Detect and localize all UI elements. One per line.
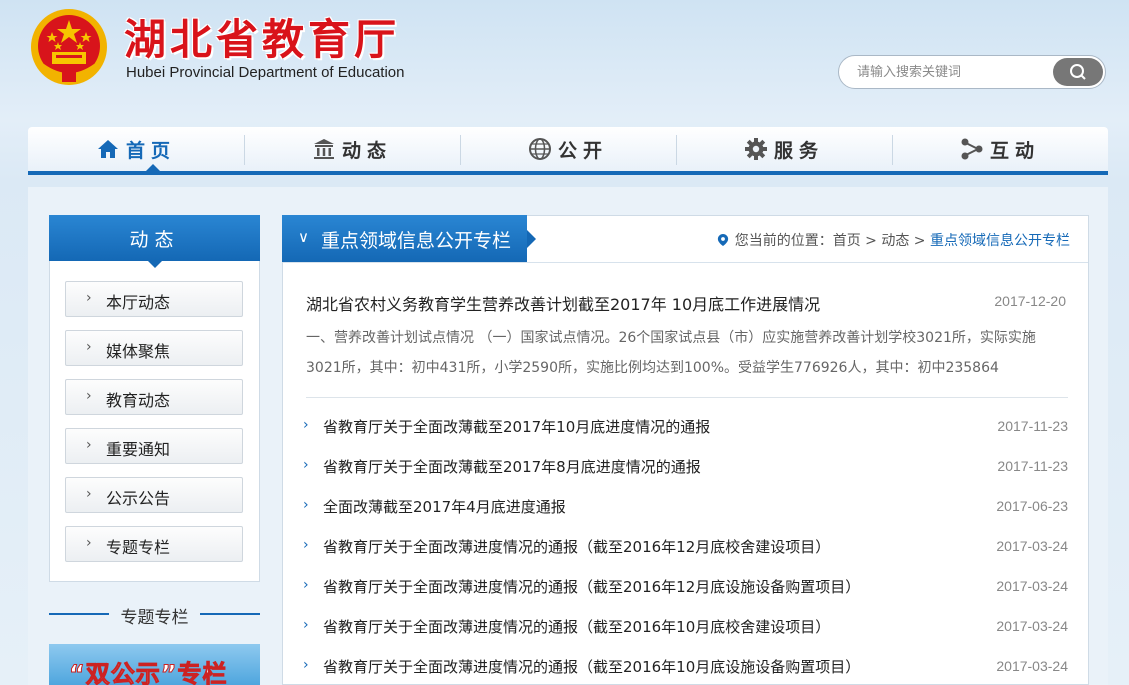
news-item[interactable]: › 省教育厅关于全面改薄进度情况的通报（截至2016年12月底设施设备购置项目）… bbox=[303, 576, 1068, 600]
chevron-right-icon: › bbox=[303, 657, 309, 673]
chevron-right-icon: › bbox=[86, 290, 92, 306]
news-item-date: 2017-03-24 bbox=[996, 658, 1068, 674]
featured-article-date: 2017-12-20 bbox=[994, 293, 1066, 309]
breadcrumb-separator: > bbox=[909, 233, 930, 249]
share-icon bbox=[961, 138, 983, 160]
sidebar-item-important-notice[interactable]: › 重要通知 bbox=[65, 428, 243, 464]
site-subtitle: Hubei Provincial Department of Education bbox=[126, 64, 405, 81]
news-item[interactable]: › 省教育厅关于全面改薄截至2017年8月底进度情况的通报 2017-11-23 bbox=[303, 456, 1068, 480]
sidebar-item-label: 媒体聚焦 bbox=[106, 342, 171, 361]
sidebar-title: 动态 bbox=[49, 215, 260, 261]
nav-service[interactable]: 服务 bbox=[676, 127, 892, 171]
search-icon bbox=[1070, 64, 1086, 80]
breadcrumb-current[interactable]: 重点领域信息公开专栏 bbox=[930, 233, 1070, 249]
news-item-title: 省教育厅关于全面改薄截至2017年8月底进度情况的通报 bbox=[323, 458, 701, 476]
breadcrumb-separator: > bbox=[860, 233, 882, 249]
sidebar-item-special-columns[interactable]: › 专题专栏 bbox=[65, 526, 243, 562]
chevron-right-icon: › bbox=[86, 388, 92, 404]
nav-home-label: 首页 bbox=[125, 139, 176, 162]
sidebar-item-label: 专题专栏 bbox=[106, 538, 171, 557]
chevron-right-icon: › bbox=[86, 437, 92, 453]
search-box bbox=[838, 55, 1106, 89]
nav-dynamics[interactable]: 动态 bbox=[244, 127, 460, 171]
globe-icon bbox=[528, 138, 551, 160]
sidebar-item-announcements[interactable]: › 公示公告 bbox=[65, 477, 243, 513]
news-item-date: 2017-03-24 bbox=[996, 538, 1068, 554]
sidebar-item-education-news[interactable]: › 教育动态 bbox=[65, 379, 243, 415]
site-title: 湖北省教育厅 bbox=[124, 15, 401, 64]
chevron-right-icon: › bbox=[303, 417, 309, 433]
sidebar-item-label: 教育动态 bbox=[106, 391, 171, 410]
nav-dynamics-label: 动态 bbox=[341, 139, 392, 162]
location-pin-icon bbox=[717, 234, 728, 246]
double-disclosure-banner[interactable]: “双公示”专栏 bbox=[49, 644, 260, 685]
chevron-right-icon: › bbox=[303, 617, 309, 633]
sidebar-title-pointer bbox=[148, 261, 162, 268]
chevron-right-icon: › bbox=[86, 486, 92, 502]
search-input[interactable] bbox=[855, 63, 1049, 80]
chevron-right-icon: › bbox=[303, 497, 309, 513]
gear-icon bbox=[744, 138, 767, 160]
sidebar-item-department-news[interactable]: › 本厅动态 bbox=[65, 281, 243, 317]
chevron-right-icon: › bbox=[303, 537, 309, 553]
home-icon bbox=[97, 140, 118, 158]
chevron-down-icon: ∨ bbox=[298, 228, 309, 246]
search-button[interactable] bbox=[1053, 58, 1103, 86]
active-nav-indicator bbox=[146, 164, 160, 171]
main-nav: 首页 动态 公开 服务 互动 bbox=[28, 127, 1108, 175]
chevron-right-icon: › bbox=[303, 577, 309, 593]
banner-text: “双公示”专栏 bbox=[69, 660, 228, 685]
nav-interact-label: 互动 bbox=[989, 139, 1040, 162]
news-item-title: 省教育厅关于全面改薄进度情况的通报（截至2016年12月底校舍建设项目） bbox=[323, 538, 831, 556]
main-panel: ∨ 重点领域信息公开专栏 您当前的位置：首页 > 动态 > 重点领域信息公开专栏… bbox=[282, 215, 1089, 685]
chevron-right-icon: › bbox=[86, 339, 92, 355]
news-item[interactable]: › 省教育厅关于全面改薄进度情况的通报（截至2016年10月底校舍建设项目） 2… bbox=[303, 616, 1068, 640]
news-item-date: 2017-06-23 bbox=[996, 498, 1068, 514]
sidebar-item-label: 公示公告 bbox=[106, 489, 171, 508]
nav-home[interactable]: 首页 bbox=[28, 127, 244, 171]
national-emblem-icon bbox=[31, 9, 107, 85]
nav-open-label: 公开 bbox=[557, 139, 608, 162]
panel-header: ∨ 重点领域信息公开专栏 您当前的位置：首页 > 动态 > 重点领域信息公开专栏 bbox=[282, 215, 1088, 263]
panel-tab: ∨ 重点领域信息公开专栏 bbox=[282, 215, 527, 262]
nav-open[interactable]: 公开 bbox=[460, 127, 676, 171]
news-item-date: 2017-03-24 bbox=[996, 578, 1068, 594]
building-icon bbox=[313, 139, 334, 159]
news-item[interactable]: › 省教育厅关于全面改薄截至2017年10月底进度情况的通报 2017-11-2… bbox=[303, 416, 1068, 440]
breadcrumb-prefix: 您当前的位置： bbox=[734, 233, 833, 249]
site-header: 湖北省教育厅 Hubei Provincial Department of Ed… bbox=[0, 0, 1129, 120]
breadcrumb-home[interactable]: 首页 bbox=[833, 233, 861, 249]
nav-interact[interactable]: 互动 bbox=[892, 127, 1108, 171]
featured-article-title[interactable]: 湖北省农村义务教育学生营养改善计划截至2017年 10月底工作进展情况 bbox=[306, 291, 820, 315]
news-item-title: 省教育厅关于全面改薄进度情况的通报（截至2016年10月底校舍建设项目） bbox=[323, 618, 831, 636]
news-item-title: 省教育厅关于全面改薄进度情况的通报（截至2016年10月底设施设备购置项目） bbox=[323, 658, 861, 676]
news-item-date: 2017-11-23 bbox=[997, 418, 1068, 434]
chevron-right-icon: › bbox=[86, 535, 92, 551]
sidebar-item-label: 重要通知 bbox=[106, 440, 171, 459]
news-item[interactable]: › 全面改薄截至2017年4月底进度通报 2017-06-23 bbox=[303, 496, 1068, 520]
news-item[interactable]: › 省教育厅关于全面改薄进度情况的通报（截至2016年10月底设施设备购置项目）… bbox=[303, 656, 1068, 680]
news-item-date: 2017-11-23 bbox=[997, 458, 1068, 474]
sidebar-item-media-focus[interactable]: › 媒体聚焦 bbox=[65, 330, 243, 366]
news-item-title: 全面改薄截至2017年4月底进度通报 bbox=[323, 498, 566, 516]
news-item-title: 省教育厅关于全面改薄截至2017年10月底进度情况的通报 bbox=[323, 418, 711, 436]
news-item-title: 省教育厅关于全面改薄进度情况的通报（截至2016年12月底设施设备购置项目） bbox=[323, 578, 861, 596]
divider bbox=[306, 397, 1068, 398]
breadcrumb-section[interactable]: 动态 bbox=[881, 233, 909, 249]
nav-service-label: 服务 bbox=[773, 139, 824, 162]
special-columns-title: 专题专栏 bbox=[120, 608, 189, 628]
breadcrumb: 您当前的位置：首页 > 动态 > 重点领域信息公开专栏 bbox=[717, 230, 1070, 250]
sidebar-item-label: 本厅动态 bbox=[106, 293, 171, 312]
special-columns-heading: 专题专栏 bbox=[49, 603, 260, 628]
news-item-date: 2017-03-24 bbox=[996, 618, 1068, 634]
news-item[interactable]: › 省教育厅关于全面改薄进度情况的通报（截至2016年12月底校舍建设项目） 2… bbox=[303, 536, 1068, 560]
sidebar: 动态 › 本厅动态 › 媒体聚焦 › 教育动态 › 重要通知 › 公示公告 › … bbox=[49, 215, 260, 582]
panel-tab-label: 重点领域信息公开专栏 bbox=[321, 230, 512, 252]
chevron-right-icon: › bbox=[303, 457, 309, 473]
panel-tab-pointer bbox=[527, 230, 536, 248]
featured-article-summary: 一、营养改善计划试点情况 （一）国家试点情况。26个国家试点县（市）应实施营养改… bbox=[306, 330, 1036, 376]
